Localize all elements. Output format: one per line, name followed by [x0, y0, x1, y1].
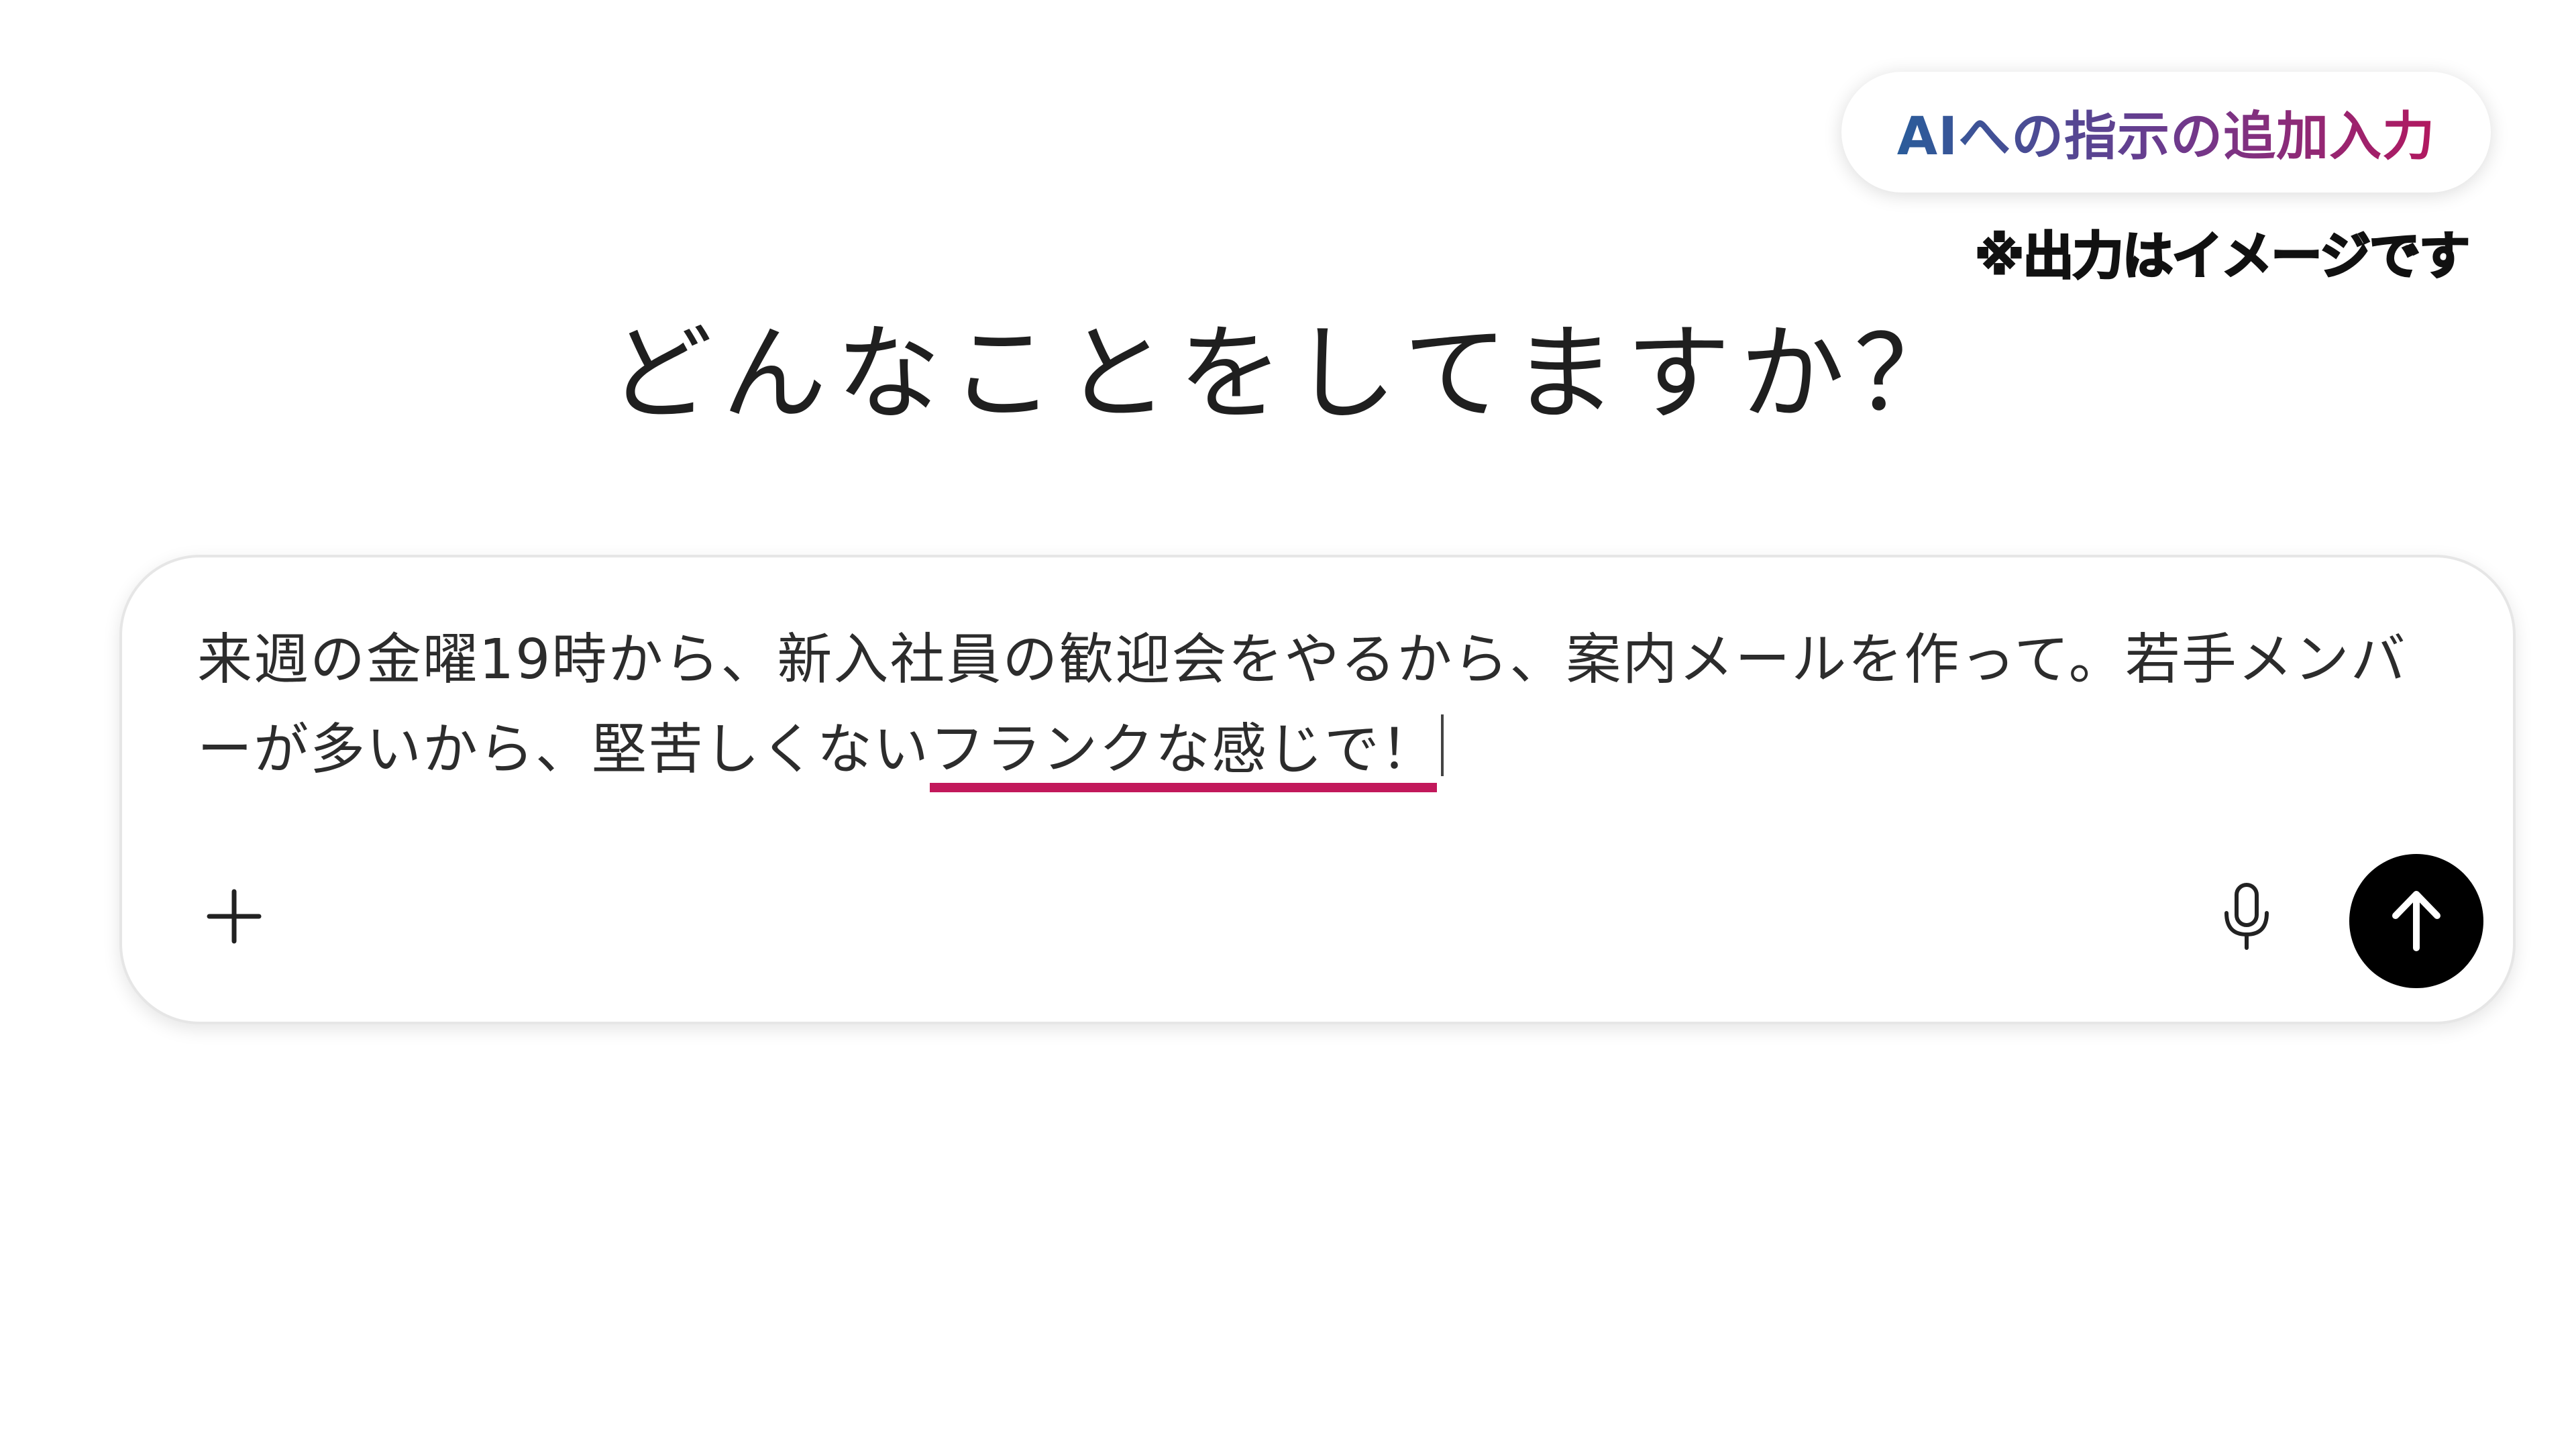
plus-icon — [207, 889, 262, 944]
badge-label: AIへの指示の追加入力 — [1897, 95, 2435, 170]
voice-input-button[interactable] — [2210, 878, 2284, 956]
arrow-up-icon — [2392, 891, 2440, 951]
prompt-input[interactable]: 来週の金曜19時から、新入社員の歓迎会をやるから、案内メールを作って。若手メンバ… — [197, 615, 2451, 795]
add-attachment-button[interactable] — [197, 879, 271, 953]
microphone-icon — [2224, 883, 2269, 950]
prompt-composer: 来週の金曜19時から、新入社員の歓迎会をやるから、案内メールを作って。若手メンバ… — [119, 555, 2516, 1024]
text-caret — [1441, 714, 1444, 776]
page-heading: どんなことをしてますか？ — [608, 313, 1968, 435]
send-button[interactable] — [2349, 854, 2483, 988]
instruction-badge: AIへの指示の追加入力 — [1841, 72, 2491, 193]
highlighted-text: フランクな感じで！ — [930, 718, 1438, 792]
output-note: ※出力はイメージです — [1974, 225, 2471, 287]
